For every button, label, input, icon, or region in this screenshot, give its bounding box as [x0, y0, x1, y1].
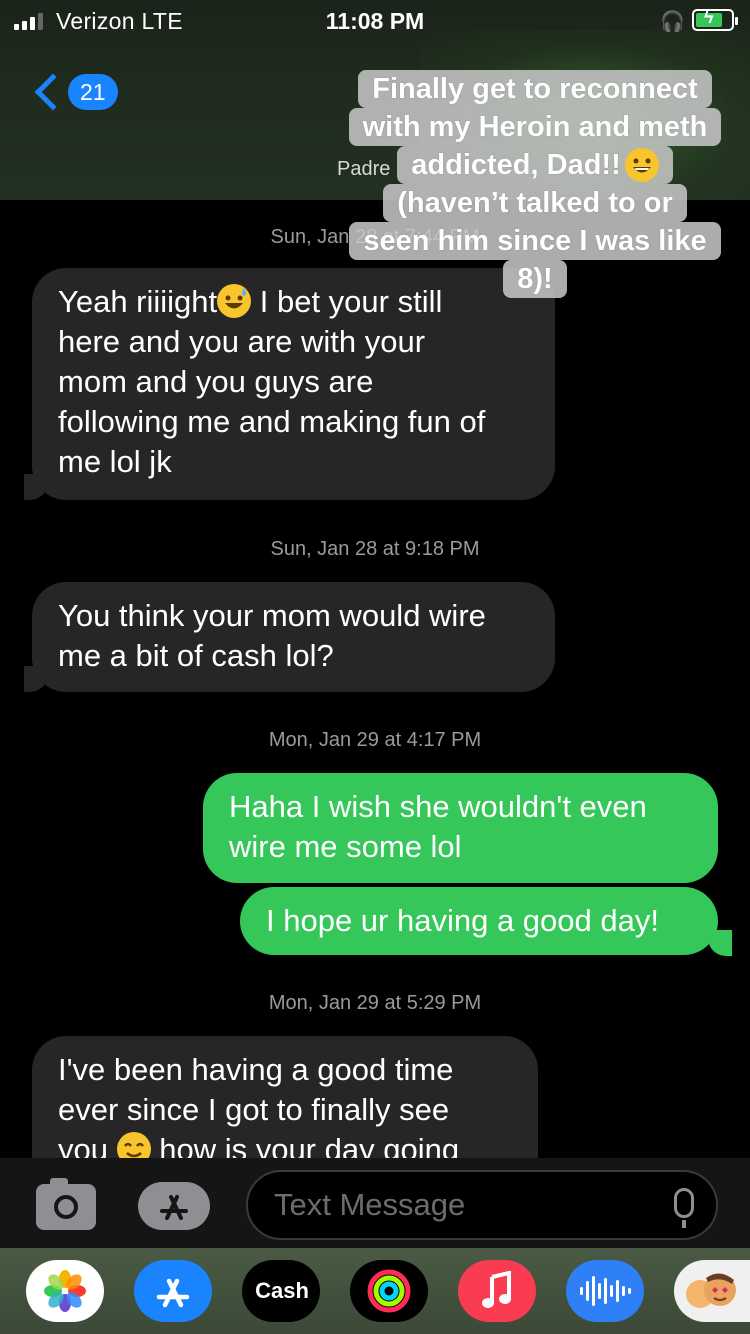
microphone-icon[interactable]	[674, 1188, 694, 1218]
bubble-tail	[708, 930, 732, 956]
memoji-icon[interactable]	[674, 1260, 750, 1322]
message-input[interactable]	[274, 1184, 654, 1226]
message-timestamp: Mon, Jan 29 at 5:29 PM	[268, 992, 482, 1014]
outgoing-message[interactable]: I hope ur having a good day!	[240, 887, 718, 955]
caption-line: with my Heroin and meth	[348, 108, 722, 146]
message-line: ever since I got to finally see	[58, 1092, 450, 1127]
app-store-icon[interactable]	[134, 1260, 212, 1322]
message-line: me a bit of cash lol?	[58, 638, 334, 673]
music-icon[interactable]	[458, 1260, 536, 1322]
message-timestamp: Mon, Jan 29 at 4:17 PM	[268, 729, 482, 751]
chevron-left-icon	[34, 73, 72, 111]
smiling-face-emoji-icon	[116, 1132, 151, 1158]
message-line: You think your mom would wire	[58, 598, 486, 633]
message-line: following me and making fun of	[58, 404, 486, 439]
bubble-tail	[24, 474, 48, 500]
voice-memo-icon[interactable]	[566, 1260, 644, 1322]
app-store-drawer-icon[interactable]	[138, 1182, 210, 1230]
outgoing-message[interactable]: Haha I wish she wouldn't even wire me so…	[203, 773, 718, 883]
apple-cash-label: Cash	[255, 1278, 309, 1303]
battery-charging-icon: ϟ	[692, 7, 738, 31]
incoming-message[interactable]: I've been having a good time ever since …	[32, 1036, 538, 1158]
caption-line-text: addicted, Dad!!	[411, 149, 621, 181]
message-line: here and you are with your	[58, 324, 426, 359]
message-line: Haha I wish she wouldn't even	[229, 789, 647, 824]
caption-line: 8)!	[503, 260, 567, 298]
camera-icon[interactable]	[36, 1178, 96, 1230]
clock: 11:08 PM	[325, 8, 425, 34]
microphone-stand	[682, 1220, 686, 1228]
message-line: I've been having a good time	[58, 1052, 454, 1087]
back-button[interactable]: 21	[30, 73, 118, 111]
caption-line: (haven’t talked to or	[383, 184, 687, 222]
message-timestamp: Sun, Jan 28 at 9:18 PM	[270, 538, 480, 560]
grinning-sweat-emoji-icon	[217, 284, 252, 318]
caption-line: Finally get to reconnect	[358, 70, 712, 108]
status-bar: Verizon LTE 11:08 PM 🎧 ϟ	[0, 0, 750, 42]
message-input-field[interactable]	[246, 1170, 718, 1240]
activity-icon[interactable]	[350, 1260, 428, 1322]
message-line: I hope ur having a good day!	[266, 903, 659, 938]
incoming-message[interactable]: You think your mom would wire me a bit o…	[32, 582, 555, 692]
message-line: me lol jk	[58, 444, 172, 479]
message-composer-bar	[0, 1158, 750, 1248]
apple-cash-icon[interactable]: Cash	[242, 1260, 320, 1322]
caption-overlay: Finally get to reconnect with my Heroin …	[335, 70, 735, 298]
caption-line: seen him since I was like	[349, 222, 721, 260]
message-clip: I've been having a good time ever since …	[0, 1036, 750, 1158]
bubble-tail	[24, 666, 48, 692]
message-line: you how is your day going	[58, 1130, 512, 1158]
grinning-face-emoji-icon	[624, 148, 659, 182]
message-line: mom and you guys are	[58, 364, 374, 399]
imessage-app-drawer: Cash	[0, 1248, 750, 1334]
headphones-icon: 🎧	[660, 11, 685, 33]
unread-count-badge: 21	[68, 74, 118, 110]
photos-icon[interactable]	[26, 1260, 104, 1322]
message-line: wire me some lol	[229, 829, 462, 864]
incoming-message[interactable]: Yeah riiiight I bet your still here and …	[32, 268, 555, 500]
caption-line: addicted, Dad!!	[397, 146, 673, 184]
